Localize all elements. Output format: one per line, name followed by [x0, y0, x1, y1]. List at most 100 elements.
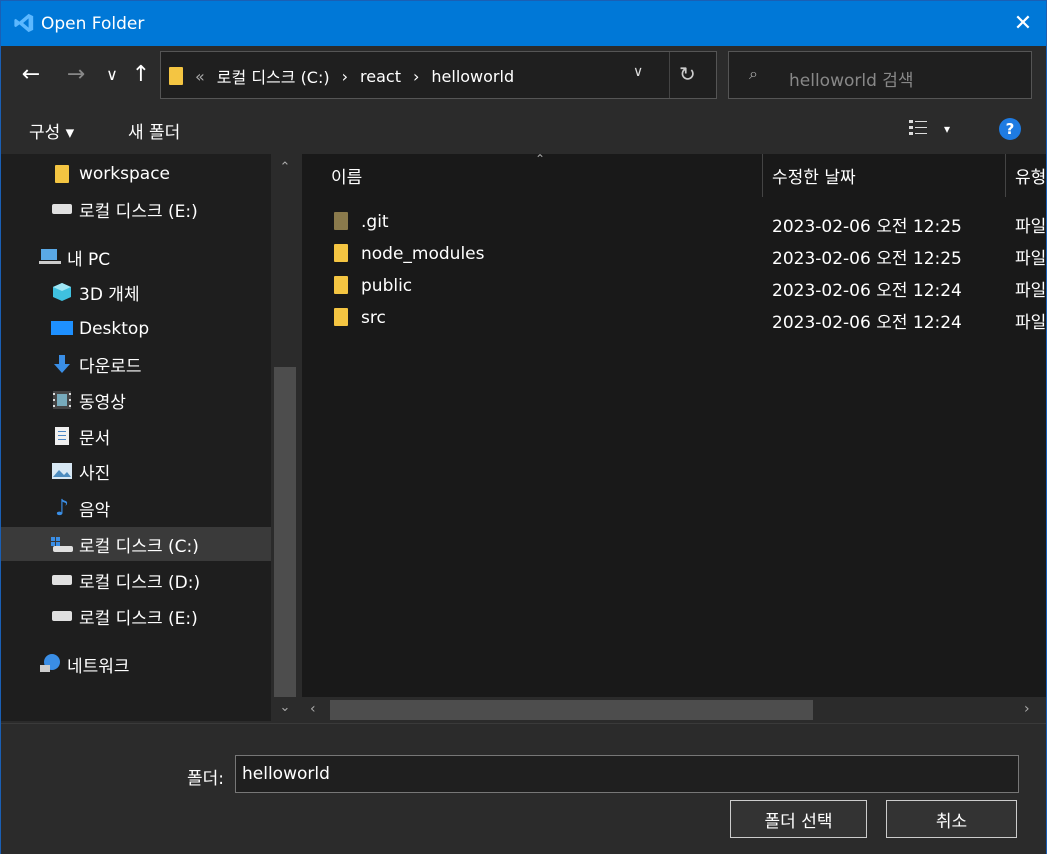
select-folder-button[interactable]: 폴더 선택	[730, 800, 867, 838]
sidebar-item-videos[interactable]: 동영상	[1, 383, 271, 417]
file-name: src	[361, 308, 386, 328]
network-icon	[39, 653, 61, 675]
sidebar-scrollbar[interactable]: ⌃ ⌄	[271, 154, 299, 721]
search-box[interactable]: ⌕ helloworld 검색	[728, 51, 1032, 99]
sidebar-item-label: workspace	[79, 164, 171, 184]
column-header-name[interactable]: 이름	[331, 154, 761, 197]
arrow-up-icon: ↑	[131, 61, 151, 87]
breadcrumb-separator-icon[interactable]: ›	[342, 67, 348, 86]
overflow-chevron-icon[interactable]: «	[195, 67, 205, 86]
breadcrumb-item-helloworld[interactable]: helloworld	[431, 67, 514, 86]
sidebar-item-workspace[interactable]: workspace	[1, 157, 271, 191]
folder-name-input[interactable]	[236, 756, 1018, 792]
sidebar-item-music[interactable]: ♪ 음악	[1, 491, 271, 525]
sidebar-item-label: 로컬 디스크 (E:)	[79, 201, 198, 222]
sidebar-item-label: 동영상	[79, 392, 126, 413]
file-name: public	[361, 276, 413, 296]
sidebar-item-network[interactable]: 네트워크	[1, 647, 271, 681]
sidebar-item-label: 사진	[79, 463, 111, 484]
file-type: 파일	[1015, 313, 1046, 333]
forward-button[interactable]: →	[61, 59, 91, 89]
scroll-right-icon[interactable]: ›	[1024, 701, 1030, 717]
breadcrumb-item-drive-c[interactable]: 로컬 디스크 (C:)	[217, 64, 330, 88]
sidebar-item-label: 3D 개체	[79, 284, 140, 305]
sidebar-item-drive-e[interactable]: 로컬 디스크 (E:)	[1, 192, 271, 226]
desktop-icon	[51, 318, 73, 340]
sidebar-item-drive-d[interactable]: 로컬 디스크 (D:)	[1, 563, 271, 597]
dialog-footer: 폴더: 폴더 선택 취소	[1, 723, 1046, 854]
close-button[interactable]: ✕	[1000, 1, 1046, 46]
help-icon: ?	[1005, 120, 1015, 138]
column-label: 이름	[331, 168, 363, 188]
music-icon: ♪	[54, 495, 70, 521]
sidebar-item-desktop[interactable]: Desktop	[1, 312, 271, 346]
sidebar-item-label: 내 PC	[67, 249, 111, 270]
file-modified: 2023-02-06 오전 12:24	[772, 313, 962, 333]
sidebar-item-label: 음악	[79, 500, 111, 521]
file-name: .git	[361, 212, 389, 232]
breadcrumb-item-react[interactable]: react	[360, 67, 401, 86]
folder-icon	[334, 244, 350, 262]
address-bar[interactable]: « 로컬 디스크 (C:) › react › helloworld ∨ ↻	[160, 51, 717, 99]
table-row[interactable]: public 2023-02-06 오전 12:24 파일	[302, 270, 1046, 302]
video-icon	[51, 389, 73, 411]
drive-icon	[51, 569, 73, 591]
pc-icon	[39, 246, 61, 268]
search-icon: ⌕	[749, 64, 758, 83]
navigation-bar: ← → ∨ ↑ « 로컬 디스크 (C:) › react › hellowor…	[1, 46, 1046, 104]
sidebar-item-this-pc[interactable]: 내 PC	[1, 240, 271, 274]
navigation-pane: workspace 로컬 디스크 (E:) 내 PC 3D 개체 Desktop	[1, 154, 299, 721]
new-folder-button[interactable]: 새 폴더	[128, 118, 180, 143]
folder-icon	[334, 308, 350, 326]
view-dropdown-icon[interactable]: ▾	[944, 122, 950, 136]
breadcrumb: « 로컬 디스크 (C:) › react › helloworld	[169, 64, 514, 88]
folder-icon	[334, 212, 350, 230]
sidebar-item-drive-c[interactable]: 로컬 디스크 (C:)	[1, 527, 271, 561]
folder-icon	[334, 276, 350, 294]
refresh-icon[interactable]: ↻	[679, 62, 696, 86]
table-row[interactable]: src 2023-02-06 오전 12:24 파일	[302, 302, 1046, 334]
file-modified: 2023-02-06 오전 12:24	[772, 281, 962, 301]
sidebar-item-documents[interactable]: 문서	[1, 419, 271, 453]
column-divider[interactable]	[1005, 154, 1006, 197]
file-type: 파일	[1015, 217, 1046, 237]
scrollbar-thumb[interactable]	[274, 367, 296, 697]
view-options-icon[interactable]	[907, 117, 929, 139]
sidebar-item-pictures[interactable]: 사진	[1, 454, 271, 488]
sidebar-item-3d-objects[interactable]: 3D 개체	[1, 275, 271, 309]
table-row[interactable]: .git 2023-02-06 오전 12:25 파일	[302, 206, 1046, 238]
cancel-button[interactable]: 취소	[886, 800, 1017, 838]
address-dropdown-icon[interactable]: ∨	[633, 64, 643, 80]
table-row[interactable]: node_modules 2023-02-06 오전 12:25 파일	[302, 238, 1046, 270]
column-divider[interactable]	[762, 154, 763, 197]
divider	[669, 52, 670, 98]
recent-locations-button[interactable]: ∨	[97, 59, 127, 89]
scroll-left-icon[interactable]: ‹	[310, 701, 316, 717]
window-title: Open Folder	[41, 14, 145, 34]
scroll-down-icon[interactable]: ⌄	[276, 700, 294, 715]
column-header-type[interactable]: 유형	[1015, 154, 1046, 197]
folder-name-field[interactable]	[235, 755, 1019, 793]
organize-menu[interactable]: 구성 ▾	[29, 118, 74, 143]
sidebar-item-drive-e-2[interactable]: 로컬 디스크 (E:)	[1, 599, 271, 633]
file-modified: 2023-02-06 오전 12:25	[772, 217, 962, 237]
picture-icon	[51, 460, 73, 482]
scrollbar-thumb[interactable]	[330, 700, 813, 720]
scroll-up-icon[interactable]: ⌃	[276, 160, 294, 175]
arrow-left-icon: ←	[21, 61, 41, 87]
folder-icon	[169, 67, 183, 85]
search-placeholder: helloworld 검색	[789, 71, 914, 91]
sidebar-item-downloads[interactable]: 다운로드	[1, 347, 271, 381]
file-type: 파일	[1015, 249, 1046, 269]
breadcrumb-separator-icon[interactable]: ›	[413, 67, 419, 86]
windows-drive-icon	[51, 533, 73, 555]
cancel-label: 취소	[935, 811, 968, 832]
sidebar-item-label: 네트워크	[67, 656, 130, 677]
column-header-modified[interactable]: 수정한 날짜	[772, 154, 1002, 197]
back-button[interactable]: ←	[16, 59, 46, 89]
up-button[interactable]: ↑	[126, 59, 156, 89]
download-icon	[51, 353, 73, 375]
file-list-horizontal-scrollbar[interactable]: ‹ ›	[302, 697, 1046, 723]
help-button[interactable]: ?	[999, 118, 1021, 140]
column-label: 유형	[1015, 168, 1046, 188]
